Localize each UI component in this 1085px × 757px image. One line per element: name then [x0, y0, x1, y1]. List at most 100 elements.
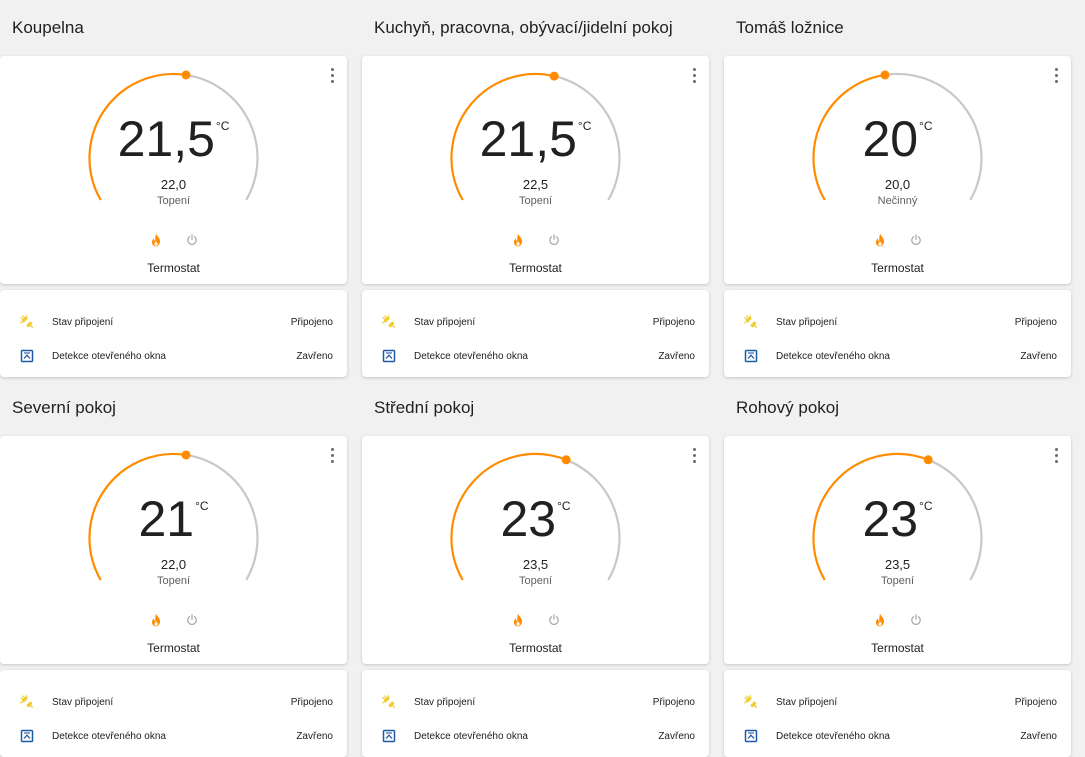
entity-row-connection[interactable]: Stav připojení Připojeno: [724, 684, 1071, 720]
entity-label: Stav připojení: [776, 696, 838, 708]
more-options-button[interactable]: [1049, 442, 1063, 468]
hvac-action: Topení: [156, 575, 191, 587]
hvac-modes: [362, 612, 709, 628]
entity-row-connection[interactable]: Stav připojení Připojeno: [724, 304, 1071, 340]
room-title: Koupelna: [12, 18, 84, 37]
power-icon[interactable]: [546, 612, 562, 628]
entity-row-connection[interactable]: Stav připojení Připojeno: [0, 304, 347, 340]
thermostat-card[interactable]: 23°C 23,5 Topení Termostat: [724, 436, 1071, 664]
target-handle: [181, 450, 191, 460]
more-options-button[interactable]: [687, 442, 701, 468]
hvac-modes: [362, 232, 709, 248]
entity-label: Detekce otevřeného okna: [52, 730, 166, 742]
more-options-button[interactable]: [1049, 62, 1063, 88]
current-temperature-value: 21: [138, 491, 195, 547]
room-title: Tomáš ložnice: [736, 18, 844, 37]
fire-icon[interactable]: [510, 612, 526, 628]
room-severni-pokoj: Severní pokoj 21°C 22,0 Topení Termostat…: [0, 380, 347, 757]
power-icon[interactable]: [908, 612, 924, 628]
entity-label: Detekce otevřeného okna: [52, 350, 166, 362]
current-temperature-value: 23: [862, 491, 919, 547]
thermostat-dial[interactable]: [724, 56, 1071, 284]
hvac-modes: [0, 232, 347, 248]
thermostat-card[interactable]: 23°C 23,5 Topení Termostat: [362, 436, 709, 664]
window-closed-icon: [380, 727, 398, 745]
fire-icon[interactable]: [872, 232, 888, 248]
power-icon[interactable]: [184, 232, 200, 248]
thermostat-card[interactable]: 20°C 20,0 Nečinný Termostat: [724, 56, 1071, 284]
plug-connected-icon: [18, 313, 36, 331]
room-rohovy-pokoj: Rohový pokoj 23°C 23,5 Topení Termostat …: [724, 380, 1071, 757]
thermostat-dial[interactable]: [0, 436, 347, 664]
window-closed-icon: [742, 347, 760, 365]
hvac-modes: [724, 232, 1071, 248]
target-handle: [181, 70, 191, 80]
window-closed-icon: [380, 347, 398, 365]
thermostat-dial[interactable]: [362, 56, 709, 284]
current-temperature-value: 21,5: [479, 111, 577, 167]
plug-connected-icon: [742, 693, 760, 711]
entity-label: Detekce otevřeného okna: [776, 350, 890, 362]
entity-row-connection[interactable]: Stav připojení Připojeno: [362, 304, 709, 340]
entity-row-window[interactable]: Detekce otevřeného okna Zavřeno: [362, 338, 709, 374]
window-closed-icon: [18, 727, 36, 745]
fire-icon[interactable]: [872, 612, 888, 628]
entity-row-window[interactable]: Detekce otevřeného okna Zavřeno: [724, 718, 1071, 754]
entity-row-window[interactable]: Detekce otevřeného okna Zavřeno: [0, 338, 347, 374]
thermostat-card[interactable]: 21,5°C 22,5 Topení Termostat: [362, 56, 709, 284]
entity-row-connection[interactable]: Stav připojení Připojeno: [0, 684, 347, 720]
hvac-modes: [0, 612, 347, 628]
entity-row-window[interactable]: Detekce otevřeného okna Zavřeno: [0, 718, 347, 754]
entity-row-window[interactable]: Detekce otevřeného okna Zavřeno: [724, 338, 1071, 374]
entity-state: Zavřeno: [296, 350, 333, 362]
temperature-unit: °C: [557, 499, 571, 513]
thermostat-card[interactable]: 21°C 22,0 Topení Termostat: [0, 436, 347, 664]
thermostat-dial[interactable]: [0, 56, 347, 284]
more-options-button[interactable]: [325, 62, 339, 88]
entities-card: Stav připojení Připojeno Detekce otevřen…: [362, 290, 709, 377]
power-icon[interactable]: [184, 612, 200, 628]
thermostat-dial[interactable]: [724, 436, 1071, 664]
temperature-unit: °C: [577, 119, 592, 133]
target-temperature: 22,0: [160, 557, 187, 572]
more-options-button[interactable]: [687, 62, 701, 88]
current-temperature: 23°C: [724, 494, 1071, 544]
entity-row-connection[interactable]: Stav připojení Připojeno: [362, 684, 709, 720]
window-closed-icon: [18, 347, 36, 365]
entity-state: Připojeno: [290, 696, 333, 708]
entity-state: Připojeno: [652, 316, 695, 328]
entity-state: Zavřeno: [658, 350, 695, 362]
temperature-unit: °C: [215, 119, 230, 133]
power-icon[interactable]: [908, 232, 924, 248]
fire-icon[interactable]: [510, 232, 526, 248]
more-options-button[interactable]: [325, 442, 339, 468]
power-icon[interactable]: [546, 232, 562, 248]
entity-state: Připojeno: [1014, 696, 1057, 708]
thermostat-card[interactable]: 21,5°C 22,0 Topení Termostat: [0, 56, 347, 284]
entity-label: Stav připojení: [776, 316, 838, 328]
window-closed-icon: [742, 727, 760, 745]
entity-row-window[interactable]: Detekce otevřeného okna Zavřeno: [362, 718, 709, 754]
thermostat-name: Termostat: [509, 641, 562, 655]
current-temperature-value: 21,5: [117, 111, 215, 167]
room-tomas-loznice: Tomáš ložnice 20°C 20,0 Nečinný Termosta…: [724, 0, 1071, 377]
temperature-unit: °C: [919, 499, 933, 513]
fire-icon[interactable]: [148, 232, 164, 248]
entity-label: Detekce otevřeného okna: [776, 730, 890, 742]
entity-label: Stav připojení: [414, 316, 476, 328]
room-koupelna: Koupelna 21,5°C 22,0 Topení Termostat St…: [0, 0, 347, 377]
entity-label: Stav připojení: [52, 316, 114, 328]
entity-state: Zavřeno: [296, 730, 333, 742]
hvac-action: Nečinný: [877, 195, 918, 207]
target-handle: [561, 455, 571, 465]
entities-card: Stav připojení Připojeno Detekce otevřen…: [0, 290, 347, 377]
thermostat-dial[interactable]: [362, 436, 709, 664]
thermostat-name: Termostat: [871, 261, 924, 275]
thermostat-name: Termostat: [509, 261, 562, 275]
plug-connected-icon: [18, 693, 36, 711]
entities-card: Stav připojení Připojeno Detekce otevřen…: [362, 670, 709, 757]
entities-card: Stav připojení Připojeno Detekce otevřen…: [0, 670, 347, 757]
fire-icon[interactable]: [148, 612, 164, 628]
entity-label: Stav připojení: [414, 696, 476, 708]
entity-state: Zavřeno: [1020, 730, 1057, 742]
